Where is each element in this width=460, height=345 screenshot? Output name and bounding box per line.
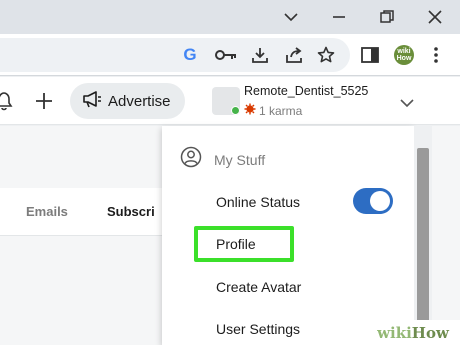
- download-icon[interactable]: [248, 43, 272, 67]
- karma-row: 1 karma: [244, 102, 302, 120]
- my-stuff-section: My Stuff: [180, 146, 265, 173]
- user-circle-icon: [180, 146, 202, 173]
- create-post-plus-icon[interactable]: [32, 89, 56, 113]
- share-icon[interactable]: [282, 43, 306, 67]
- karma-icon: [244, 102, 256, 120]
- menu-item-online-status[interactable]: Online Status: [216, 194, 300, 210]
- menu-item-create-avatar[interactable]: Create Avatar: [216, 279, 301, 295]
- menu-item-user-settings[interactable]: User Settings: [216, 321, 300, 337]
- karma-count: 1 karma: [259, 104, 303, 118]
- extension-icon[interactable]: wiki How: [392, 43, 416, 67]
- key-icon[interactable]: [214, 43, 238, 67]
- toggle-knob: [370, 191, 390, 211]
- browser-titlebar: [0, 0, 460, 34]
- section-label: My Stuff: [214, 151, 266, 168]
- wikihow-watermark: wiki How: [366, 320, 460, 345]
- megaphone-icon: [82, 90, 102, 113]
- advertise-label: Advertise: [108, 92, 171, 110]
- user-dropdown-menu: My Stuff Online Status Profile Create Av…: [162, 126, 414, 345]
- browser-toolbar: G wiki How: [0, 34, 460, 76]
- username: Remote_Dentist_5525: [244, 84, 369, 98]
- chevron-down-icon[interactable]: [400, 95, 414, 113]
- user-menu-button[interactable]: Remote_Dentist_5525 1 karma: [204, 79, 428, 123]
- online-status-dot: [231, 106, 240, 115]
- close-icon[interactable]: [422, 5, 448, 29]
- restore-icon[interactable]: [374, 5, 400, 29]
- sidebar-icon[interactable]: [358, 43, 382, 67]
- scrollbar[interactable]: [414, 126, 432, 345]
- notification-bell-icon[interactable]: [0, 89, 16, 113]
- site-header: Advertise Remote_Dentist_5525 1 karma: [0, 77, 460, 125]
- google-icon[interactable]: G: [178, 43, 202, 67]
- bookmark-star-icon[interactable]: [314, 43, 338, 67]
- chevron-down-icon[interactable]: [278, 5, 304, 29]
- tab-subscriptions[interactable]: Subscri: [107, 204, 155, 219]
- scroll-thumb[interactable]: [417, 148, 429, 328]
- tab-emails[interactable]: Emails: [26, 204, 68, 219]
- advertise-button[interactable]: Advertise: [70, 83, 185, 119]
- kebab-menu-icon[interactable]: [424, 43, 448, 67]
- online-status-toggle[interactable]: [353, 188, 393, 214]
- menu-item-profile[interactable]: Profile: [216, 236, 256, 252]
- minimize-icon[interactable]: [326, 5, 352, 29]
